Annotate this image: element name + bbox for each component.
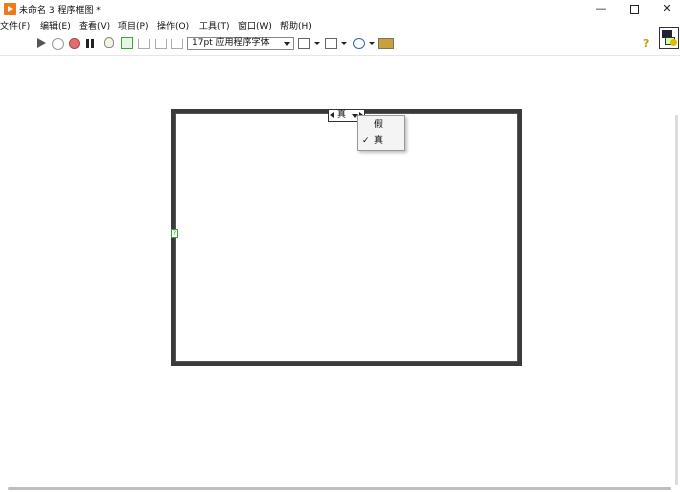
menu-edit[interactable]: 编辑(E) xyxy=(40,20,71,34)
pause-icon[interactable] xyxy=(86,39,94,48)
menu-help[interactable]: 帮助(H) xyxy=(280,20,312,34)
menu-file[interactable]: 文件(F) xyxy=(0,20,30,34)
window-title: 未命名 3 程序框图 * xyxy=(19,6,101,16)
minimize-button[interactable]: — xyxy=(584,0,618,18)
align-icon xyxy=(298,38,310,49)
chevron-down-icon xyxy=(284,42,290,46)
vertical-scrollbar[interactable] xyxy=(675,115,678,485)
font-dropdown-label: 17pt 应用程序字体 xyxy=(192,38,270,48)
toolbar-divider xyxy=(0,55,680,56)
menu-project[interactable]: 项目(P) xyxy=(118,20,148,34)
vi-icon[interactable] xyxy=(659,27,679,49)
case-structure-diagram[interactable] xyxy=(175,113,518,362)
labview-app-icon xyxy=(4,3,16,15)
menu-tools[interactable]: 工具(T) xyxy=(199,20,230,34)
chevron-down-icon xyxy=(369,42,375,45)
checkmark-icon: ✓ xyxy=(362,136,370,146)
align-objects-button[interactable] xyxy=(298,38,320,49)
case-selector-terminal[interactable]: ? xyxy=(171,229,178,238)
reorder-button[interactable] xyxy=(353,38,375,49)
run-continuously-icon[interactable] xyxy=(52,38,64,50)
horizontal-scrollbar[interactable] xyxy=(8,487,671,490)
context-help-button[interactable]: ? xyxy=(643,37,649,50)
step-over-icon[interactable] xyxy=(155,39,167,49)
run-arrow-icon[interactable] xyxy=(36,37,48,50)
menu-option-false[interactable]: 假 xyxy=(358,118,404,132)
highlight-execution-bulb-icon[interactable] xyxy=(104,37,114,48)
menu-operate[interactable]: 操作(O) xyxy=(157,20,189,34)
reorder-icon xyxy=(353,38,365,49)
menu-option-label: 真 xyxy=(374,136,384,146)
step-into-icon[interactable] xyxy=(138,39,150,49)
menu-option-true[interactable]: ✓ 真 xyxy=(358,134,404,148)
case-selector-menu: 假 ✓ 真 xyxy=(357,115,405,151)
retain-wire-values-icon[interactable] xyxy=(121,37,133,49)
gear-icon xyxy=(670,39,677,46)
case-selector-label: 真 xyxy=(337,110,347,120)
abort-execution-icon[interactable] xyxy=(69,38,80,49)
clean-up-diagram-icon[interactable] xyxy=(378,38,394,49)
distribute-objects-button[interactable] xyxy=(325,38,347,49)
chevron-down-icon xyxy=(341,42,347,45)
distribute-icon xyxy=(325,38,337,49)
menu-window[interactable]: 窗口(W) xyxy=(238,20,272,34)
font-dropdown[interactable]: 17pt 应用程序字体 xyxy=(187,37,294,50)
decrement-arrow-icon[interactable] xyxy=(330,112,334,118)
toolbar: 17pt 应用程序字体 ? xyxy=(0,35,680,53)
close-button[interactable]: ✕ xyxy=(650,0,680,18)
step-out-icon[interactable] xyxy=(171,39,183,49)
menu-view[interactable]: 查看(V) xyxy=(79,20,110,34)
maximize-button[interactable] xyxy=(617,0,651,18)
menu-option-label: 假 xyxy=(374,120,384,130)
title-bar: 未命名 3 程序框图 * — ✕ xyxy=(0,0,680,18)
chevron-down-icon xyxy=(314,42,320,45)
maximize-icon xyxy=(629,4,639,14)
